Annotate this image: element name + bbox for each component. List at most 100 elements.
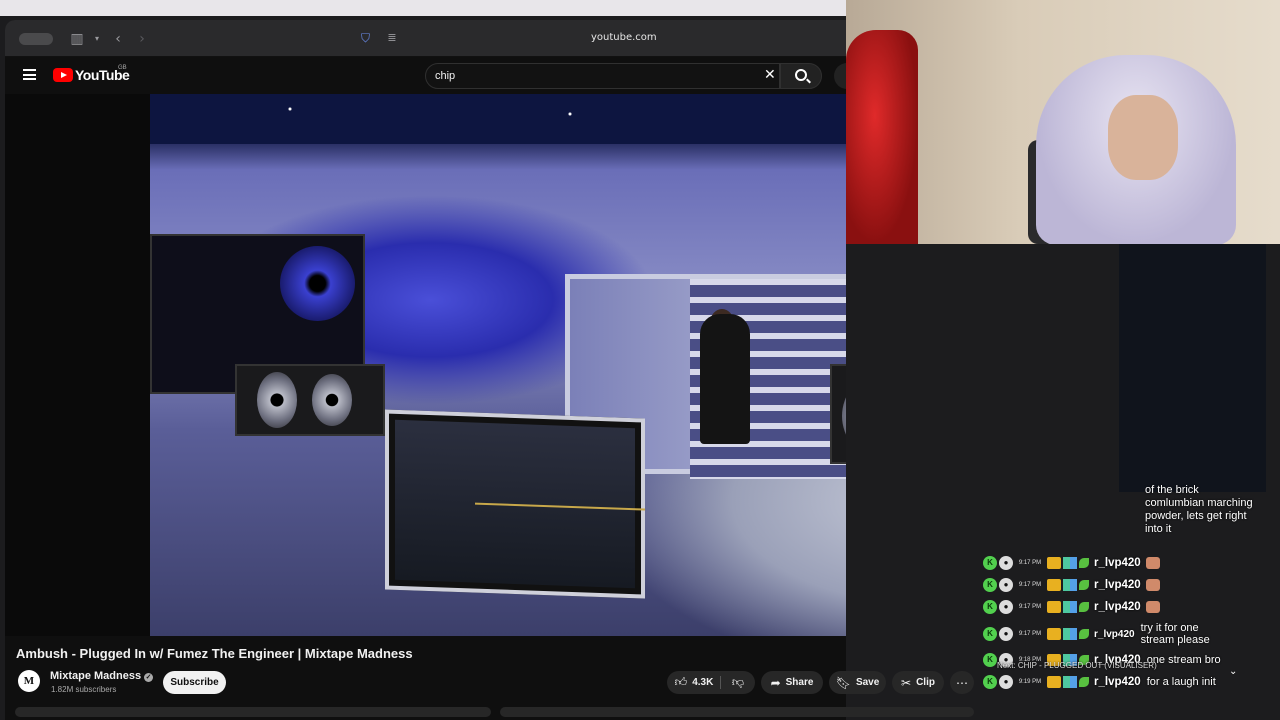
chat-timestamp: 9:17 PM [1018,560,1042,566]
kick-badge-icon: K [983,600,997,614]
reader-icon[interactable]: ≣ [382,28,402,48]
youtube-play-icon [53,68,73,82]
streamer-face [1108,95,1178,180]
leaf-badge-icon [1079,629,1089,639]
search-icon [795,69,807,81]
speaker-cone [312,374,352,426]
hamburger-menu-icon[interactable] [23,69,36,80]
clip-button[interactable]: ✂ Clip [892,671,944,694]
leaf-badge-icon [1079,558,1089,568]
user-badge-icon: ● [999,627,1013,641]
share-label: Share [785,677,814,688]
video-player[interactable] [5,94,846,636]
leaf-badge-icon [1079,602,1089,612]
chat-message: K ● 9:19 PM r_lvp420 for a laugh init [983,673,1253,691]
more-actions-button[interactable]: ⋯ [950,671,974,694]
browser-toolbar: ▥ ▾ ‹ › ⛉ ≣ youtube.com [5,20,846,57]
speaker-cone [257,372,297,428]
emote-icon [1145,557,1160,569]
crown-badge-icon [1047,579,1061,591]
forward-arrow-icon[interactable]: › [132,29,152,49]
user-badge-icon: ● [999,675,1013,689]
chevron-down-icon[interactable]: ⌄ [1229,666,1237,677]
subscriber-badge-icon [1063,579,1077,591]
streamer-webcam [846,0,1280,244]
chat-message: K ● 9:17 PM r_lvp420 try it for one stre… [983,620,1253,648]
subscriber-badge-icon [1063,628,1077,640]
daw-screen [395,419,645,589]
search-button[interactable] [780,63,822,89]
chat-username[interactable]: r_lvp420 [1094,557,1141,569]
description-box[interactable] [15,707,491,717]
bookmark-icon: 🔖︎ [835,675,851,690]
recommendation-strip[interactable] [500,707,974,717]
crown-badge-icon [1047,557,1061,569]
window-controls[interactable] [19,33,53,45]
address-bar[interactable]: youtube.com [591,32,657,43]
chat-timestamp: 9:17 PM [1018,631,1042,637]
crown-badge-icon [1047,601,1061,613]
channel-name-text[interactable]: Mixtape Madness [50,670,141,682]
search-input[interactable]: chip [435,70,455,82]
dislike-button[interactable]: 👎︎ [721,671,755,694]
chat-timestamp: 9:17 PM [1018,604,1042,610]
emote-icon [1145,579,1160,591]
next-video-label[interactable]: Next: CHIP - PLUGGED OUT (VISUALISER) [997,661,1157,670]
chat-message: K ● 9:17 PM r_lvp420 [983,554,1253,572]
chevron-down-icon[interactable]: ▾ [87,29,107,49]
kick-badge-icon: K [983,675,997,689]
more-icon: ⋯ [956,675,968,690]
left-monitor-speaker [235,364,385,436]
share-icon: ➦ [770,675,781,690]
chat-username[interactable]: r_lvp420 [1094,601,1141,613]
user-badge-icon: ● [999,600,1013,614]
chat-previous-message: of the brick comlumbian marching powder,… [1145,484,1253,535]
chat-username[interactable]: r_lvp420 [1094,629,1135,640]
subscribe-button[interactable]: Subscribe [163,671,226,694]
channel-avatar[interactable]: M [18,670,40,692]
close-icon[interactable]: ✕ [764,67,776,83]
voice-search-button[interactable] [834,63,846,89]
chat-message-text: for a laugh init [1146,676,1216,688]
clip-label: Clip [916,677,935,688]
chat-timestamp: 9:19 PM [1018,679,1042,685]
emote-icon [1145,601,1160,613]
crown-badge-icon [1047,628,1061,640]
save-button[interactable]: 🔖︎ Save [829,671,886,694]
studio-ceiling [150,94,846,144]
video-title: Ambush - Plugged In w/ Fumez The Enginee… [16,646,413,661]
subscriber-badge-icon [1063,676,1077,688]
speaker-cone [280,246,355,321]
chat-message: K ● 9:17 PM r_lvp420 [983,576,1253,594]
chat-timestamp: 9:17 PM [1018,582,1042,588]
chat-username[interactable]: r_lvp420 [1094,579,1141,591]
artist-figure [700,314,750,444]
privacy-shield-icon[interactable]: ⛉ [361,31,375,45]
video-frame [150,94,846,636]
channel-name[interactable]: Mixtape Madness ✓ [50,670,154,682]
region-code: GB [118,65,127,71]
chat-message: K ● 9:17 PM r_lvp420 [983,598,1253,616]
scissors-icon: ✂ [901,675,912,690]
leaf-badge-icon [1079,580,1089,590]
user-badge-icon: ● [999,578,1013,592]
kick-badge-icon: K [983,578,997,592]
search-box[interactable]: chip ✕ [425,63,780,89]
like-button[interactable]: 👍︎ 4.3K [667,671,721,694]
kick-badge-icon: K [983,627,997,641]
crown-badge-icon [1047,676,1061,688]
sidebar-icon[interactable]: ▥ [67,29,87,49]
audio-waveform [475,502,645,511]
share-button[interactable]: ➦ Share [761,671,823,694]
thumbs-up-icon: 👍︎ [674,675,688,689]
back-arrow-icon[interactable]: ‹ [108,29,128,49]
chat-username[interactable]: r_lvp420 [1094,676,1141,688]
red-jacket-person [846,30,918,244]
like-count: 4.3K [692,677,714,688]
save-label: Save [855,677,880,688]
speaker-cone [842,376,846,456]
youtube-header: YouTube GB chip ✕ [5,57,846,94]
daw-monitor [385,409,645,599]
chat-overlay-background [1119,244,1266,492]
subscriber-badge-icon [1063,601,1077,613]
